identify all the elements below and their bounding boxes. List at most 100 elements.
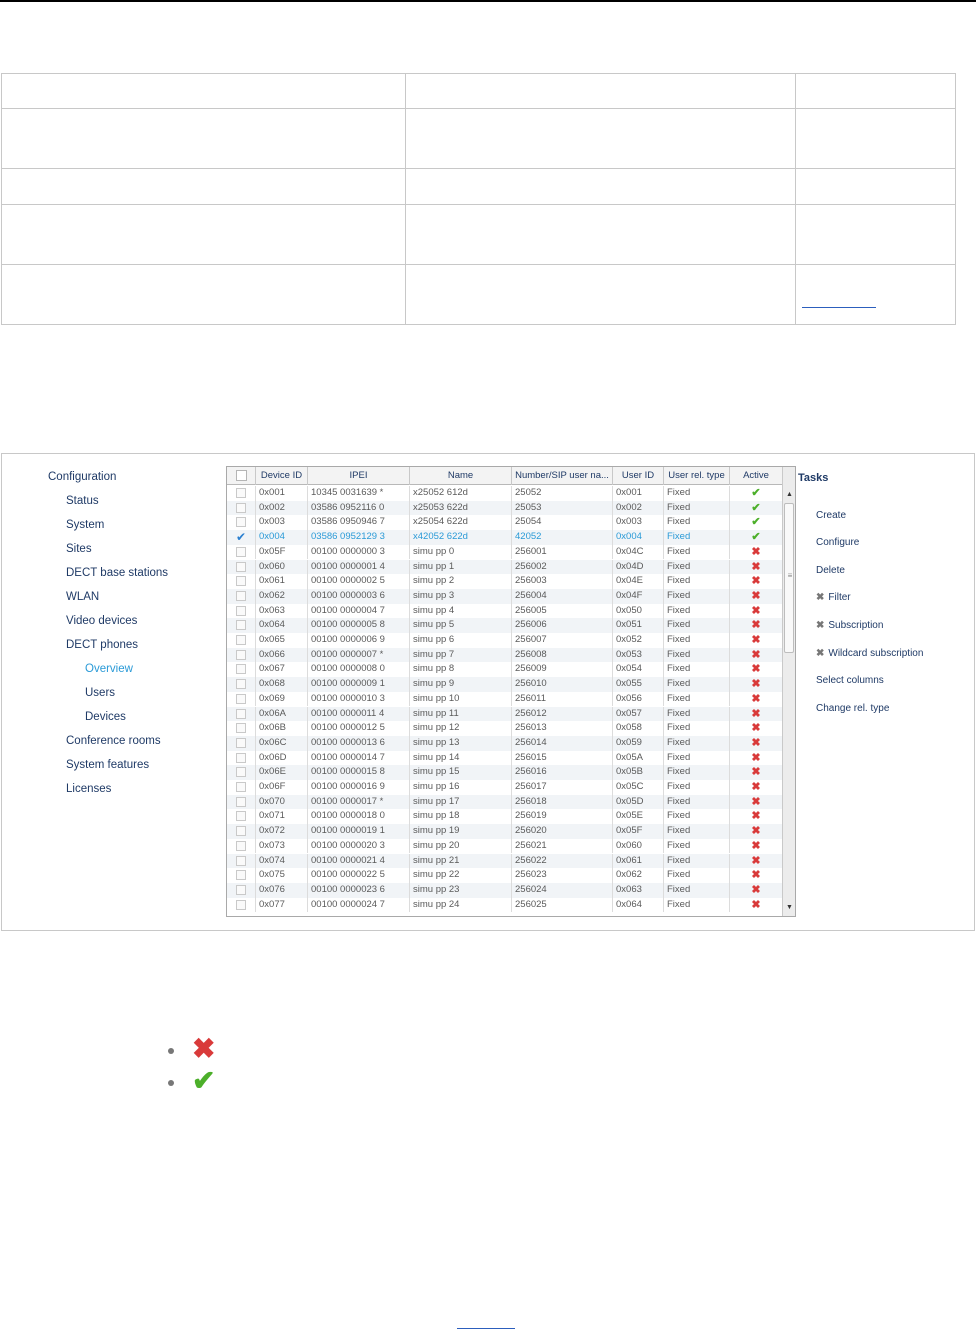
- row-select-cell[interactable]: [227, 574, 256, 589]
- table-row[interactable]: 0x06F 00100 0000016 9 simu pp 16 256017 0x05…: [227, 780, 783, 795]
- nav-item-video-devices[interactable]: Video devices: [66, 615, 137, 627]
- row-select-cell[interactable]: [227, 515, 256, 531]
- bottom-link[interactable]: [457, 1328, 515, 1329]
- table-row[interactable]: 0x065 00100 0000006 9 simu pp 6 256007 0x052…: [227, 633, 783, 648]
- row-select-cell[interactable]: [227, 618, 256, 633]
- nav-item-conference-rooms[interactable]: Conference rooms: [66, 735, 161, 747]
- row-checkbox[interactable]: [236, 605, 246, 616]
- row-select-cell[interactable]: [227, 544, 256, 560]
- nav-item-users[interactable]: Users: [85, 687, 115, 699]
- table-row[interactable]: 0x069 00100 0000010 3 simu pp 10 256011 0x05…: [227, 691, 783, 707]
- table-row[interactable]: 0x073 00100 0000020 3 simu pp 20 256021 0x06…: [227, 838, 783, 854]
- table-row[interactable]: 0x062 00100 0000003 6 simu pp 3 256004 0x04F…: [227, 588, 783, 604]
- nav-item-system-features[interactable]: System features: [66, 759, 149, 771]
- row-select-cell[interactable]: [227, 721, 256, 736]
- row-checkbox[interactable]: [236, 517, 246, 528]
- table-row[interactable]: 0x06E 00100 0000015 8 simu pp 15 256016 0x05…: [227, 765, 783, 780]
- column-header-user-rel-type[interactable]: User rel. type: [664, 467, 730, 485]
- row-checkbox[interactable]: [236, 488, 246, 498]
- row-select-cell[interactable]: [227, 735, 256, 751]
- row-select-cell[interactable]: [227, 486, 256, 501]
- table-row[interactable]: 0x001 10345 0031639 * x25052 612d 25052 0x00…: [227, 486, 783, 501]
- row-select-cell[interactable]: ✔: [227, 530, 256, 545]
- row-checkbox[interactable]: [236, 502, 246, 513]
- row-checkbox[interactable]: [236, 576, 246, 587]
- row-checkbox[interactable]: [236, 649, 246, 660]
- nav-item-devices[interactable]: Devices: [85, 711, 126, 723]
- scrollbar-thumb[interactable]: ≡: [784, 503, 794, 653]
- row-checkbox[interactable]: [236, 590, 246, 601]
- table-row[interactable]: 0x060 00100 0000001 4 simu pp 1 256002 0x04D…: [227, 559, 783, 575]
- vertical-scrollbar[interactable]: ▲ ≡ ▼: [782, 467, 795, 916]
- header-select-all[interactable]: [227, 467, 256, 485]
- column-header-device-id[interactable]: Device ID: [256, 467, 308, 485]
- row-checkbox[interactable]: [236, 561, 246, 572]
- task-change-rel-type[interactable]: Change rel. type: [816, 703, 889, 714]
- checkmark-icon[interactable]: ✔: [235, 531, 247, 543]
- table-row[interactable]: 0x064 00100 0000005 8 simu pp 5 256006 0x051…: [227, 618, 783, 633]
- table-row[interactable]: 0x06B 00100 0000012 5 simu pp 12 256013 0x05…: [227, 721, 783, 736]
- row-select-cell[interactable]: [227, 603, 256, 619]
- row-checkbox[interactable]: [236, 693, 246, 704]
- row-select-cell[interactable]: [227, 897, 256, 913]
- row-checkbox[interactable]: [236, 546, 246, 557]
- table-row[interactable]: 0x076 00100 0000023 6 simu pp 23 256024 0x06…: [227, 882, 783, 898]
- row-checkbox[interactable]: [236, 811, 246, 822]
- row-checkbox[interactable]: [236, 855, 246, 866]
- row-checkbox[interactable]: [236, 635, 246, 645]
- task-subscription[interactable]: ✖ Subscription: [816, 620, 883, 631]
- table-row[interactable]: 0x002 03586 0952116 0 x25053 622d 25053 0x00…: [227, 500, 783, 516]
- task-delete[interactable]: Delete: [816, 565, 845, 576]
- column-header-name[interactable]: Name: [410, 467, 512, 485]
- row-select-cell[interactable]: [227, 882, 256, 898]
- task-select-columns[interactable]: Select columns: [816, 675, 884, 686]
- row-select-cell[interactable]: [227, 633, 256, 648]
- row-select-cell[interactable]: [227, 794, 256, 810]
- table-link[interactable]: [802, 307, 876, 308]
- nav-item-wlan[interactable]: WLAN: [66, 591, 99, 603]
- row-checkbox[interactable]: [236, 723, 246, 734]
- column-header-number[interactable]: Number/SIP user na...: [512, 467, 613, 485]
- task-configure[interactable]: Configure: [816, 537, 859, 548]
- row-select-cell[interactable]: [227, 750, 256, 766]
- row-checkbox[interactable]: [236, 752, 246, 763]
- row-checkbox[interactable]: [236, 708, 246, 719]
- row-select-cell[interactable]: [227, 677, 256, 692]
- row-select-cell[interactable]: [227, 824, 256, 839]
- row-select-cell[interactable]: [227, 809, 256, 825]
- row-select-cell[interactable]: [227, 559, 256, 575]
- nav-item-status[interactable]: Status: [66, 495, 99, 507]
- table-row[interactable]: 0x05F 00100 0000000 3 simu pp 0 256001 0x04C…: [227, 544, 783, 560]
- row-checkbox[interactable]: [236, 767, 246, 778]
- nav-item-dect-phones[interactable]: DECT phones: [66, 639, 138, 651]
- row-checkbox[interactable]: [236, 870, 246, 881]
- table-row[interactable]: 0x077 00100 0000024 7 simu pp 24 256025 0x06…: [227, 897, 783, 913]
- table-row[interactable]: 0x06A 00100 0000011 4 simu pp 11 256012 0x05…: [227, 706, 783, 722]
- row-checkbox[interactable]: [236, 782, 246, 792]
- table-row[interactable]: 0x061 00100 0000002 5 simu pp 2 256003 0x04E…: [227, 574, 783, 589]
- table-row[interactable]: 0x075 00100 0000022 5 simu pp 22 256023 0x06…: [227, 868, 783, 883]
- table-row[interactable]: 0x06D 00100 0000014 7 simu pp 14 256015 0x05…: [227, 750, 783, 766]
- row-select-cell[interactable]: [227, 588, 256, 604]
- table-row[interactable]: 0x066 00100 0000007 * simu pp 7 256008 0x053…: [227, 647, 783, 663]
- scroll-down-arrow-icon[interactable]: ▼: [784, 902, 795, 914]
- table-row[interactable]: 0x003 03586 0950946 7 x25054 622d 25054 0x00…: [227, 515, 783, 531]
- column-header-ipei[interactable]: IPEI: [308, 467, 410, 485]
- column-header-user-id[interactable]: User ID: [613, 467, 664, 485]
- table-row[interactable]: 0x067 00100 0000008 0 simu pp 8 256009 0x054…: [227, 662, 783, 678]
- table-row[interactable]: 0x063 00100 0000004 7 simu pp 4 256005 0x050…: [227, 603, 783, 619]
- table-row[interactable]: 0x068 00100 0000009 1 simu pp 9 256010 0x055…: [227, 677, 783, 692]
- table-row[interactable]: 0x06C 00100 0000013 6 simu pp 13 256014 0x05…: [227, 735, 783, 751]
- row-select-cell[interactable]: [227, 765, 256, 780]
- row-checkbox[interactable]: [236, 899, 246, 910]
- task-filter[interactable]: ✖ Filter: [816, 592, 851, 603]
- row-checkbox[interactable]: [236, 664, 246, 675]
- row-select-cell[interactable]: [227, 500, 256, 516]
- nav-item-sites[interactable]: Sites: [66, 543, 92, 555]
- table-row[interactable]: 0x074 00100 0000021 4 simu pp 21 256022 0x06…: [227, 853, 783, 869]
- row-select-cell[interactable]: [227, 706, 256, 722]
- nav-item-system[interactable]: System: [66, 519, 104, 531]
- row-checkbox[interactable]: [236, 737, 246, 748]
- row-checkbox[interactable]: [236, 826, 246, 837]
- task-wildcard-subscription[interactable]: ✖ Wildcard subscription: [816, 648, 923, 659]
